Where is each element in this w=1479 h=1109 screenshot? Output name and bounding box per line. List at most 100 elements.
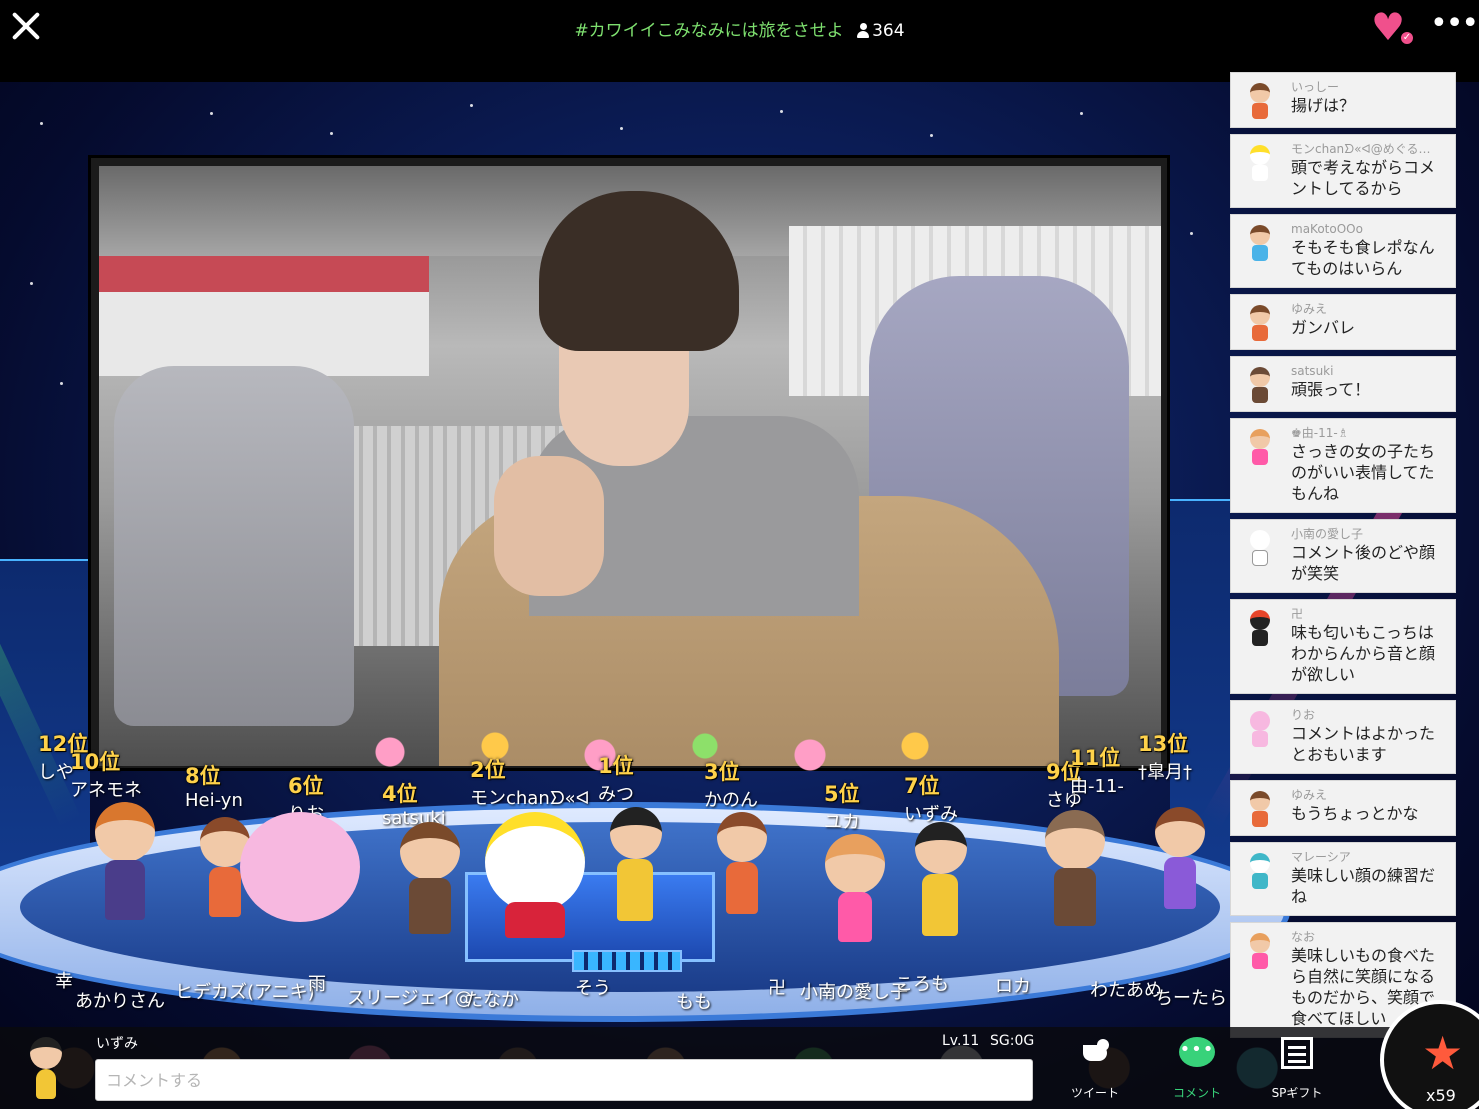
avatar[interactable] <box>395 822 465 942</box>
comment-item[interactable]: satsuki 頑張って！ <box>1230 356 1456 412</box>
my-level: Lv.11 <box>942 1033 980 1049</box>
cat-avatar[interactable] <box>480 812 590 942</box>
viewer-count-value: 364 <box>872 21 905 41</box>
comment-item[interactable]: 小南の愛し子 コメント後のどや顔が笑笑 <box>1230 519 1456 593</box>
comment-text: 頑張って！ <box>1291 380 1371 399</box>
bg-star <box>620 127 623 130</box>
avatar-head <box>95 802 155 862</box>
bg-star <box>60 382 63 385</box>
audience-name: ちーたら <box>1155 988 1227 1009</box>
comment-item[interactable]: ♚由-11-♗ さっきの女の子たちのがいい表情してたもんね <box>1230 418 1456 513</box>
stream-title: #カワイイこみなみには旅をさせよ <box>574 21 844 41</box>
rank-label[interactable]: 5位ユカ <box>824 778 860 834</box>
rank-label[interactable]: 1位みつ <box>598 750 634 806</box>
avatar-head <box>240 812 360 922</box>
comment-avatar <box>1241 610 1279 648</box>
rank-label[interactable]: 3位 かのん <box>704 756 758 812</box>
avatar[interactable] <box>1150 807 1210 927</box>
more-options-icon[interactable]: ••• <box>1430 9 1479 39</box>
rank-position: 3位 <box>704 760 740 784</box>
rank-position: 5位 <box>824 782 860 806</box>
comment-avatar <box>1241 429 1279 467</box>
avatar-body <box>922 874 958 936</box>
comment-list[interactable]: いっしー 揚げは？ モンchanᗤ«ᐊ@めぐる… 頭で考えながらコメントしてるから … <box>1230 72 1456 1042</box>
rank-name: †皐月† <box>1138 762 1192 783</box>
avatar-head <box>1155 807 1205 857</box>
tweet-button[interactable]: ツイート <box>1055 1037 1135 1103</box>
avatar[interactable] <box>712 812 772 932</box>
comment-text: 頭で考えながらコメントしてるから <box>1291 158 1436 198</box>
audience-name: たなか <box>465 990 519 1011</box>
avatar-body <box>1054 868 1096 926</box>
avatar-head <box>717 812 767 862</box>
video-person-hand <box>494 456 604 596</box>
avatar[interactable] <box>90 802 160 932</box>
comment-text: もうちょっとかな <box>1291 804 1419 823</box>
video-window <box>99 256 429 376</box>
bg-star <box>30 282 33 285</box>
video-frame <box>88 155 1170 771</box>
rank-label[interactable]: 2位 モンchanᗤ«ᐊ <box>470 754 590 810</box>
comment-text: コメントはよかったとおもいます <box>1291 724 1436 764</box>
favorite-heart-icon[interactable]: ♥ ✓ <box>1371 6 1415 48</box>
comment-input[interactable] <box>95 1059 1033 1101</box>
avatar-body <box>726 862 758 914</box>
rank-label[interactable]: 11位 由-11- <box>1070 742 1124 798</box>
avatar-head <box>825 834 885 894</box>
live-stream-screen: #カワイイこみなみには旅をさせよ 364 ♥ ✓ ••• 12位 しや 10位 … <box>0 0 1479 1109</box>
avatar[interactable] <box>1040 810 1110 940</box>
rank-position: 4位 <box>382 782 418 806</box>
comment-user: なお <box>1291 930 1316 944</box>
avatar-body <box>838 892 872 942</box>
comment-item[interactable]: ゆみえ もうちょっとかな <box>1230 780 1456 836</box>
rank-label[interactable]: 7位 いずみ <box>904 770 958 826</box>
avatar-head <box>610 807 662 859</box>
rank-name: ユカ <box>824 812 860 833</box>
comment-item[interactable]: りお コメントはよかったとおもいます <box>1230 700 1456 774</box>
comment-avatar <box>1241 711 1279 749</box>
avatar[interactable] <box>910 822 970 952</box>
comment-item[interactable]: 卍味も匂いもこっちはわからんから音と顔が欲しい <box>1230 599 1456 694</box>
rank-name: みつ <box>598 784 634 805</box>
sp-gift-button[interactable]: SPギフト <box>1257 1037 1337 1103</box>
top-bar: #カワイイこみなみには旅をさせよ 364 ♥ ✓ ••• <box>0 0 1479 82</box>
bg-star <box>330 132 333 135</box>
comment-item[interactable]: いっしー 揚げは？ <box>1230 72 1456 128</box>
rank-label[interactable]: 8位 Hei-yn <box>185 760 243 811</box>
avatar-body <box>1164 857 1196 909</box>
avatar-body <box>409 878 451 934</box>
sp-gift-label: SPギフト <box>1271 1086 1323 1100</box>
audience-name: わたあめ <box>1090 980 1162 1001</box>
comment-user: maKotoOOo <box>1291 222 1363 236</box>
star-icon: ★ <box>1422 1026 1464 1080</box>
comment-bubble-icon: ••• <box>1179 1037 1215 1067</box>
avatar[interactable] <box>820 834 890 954</box>
video-stream[interactable] <box>99 166 1161 766</box>
my-user-name: いずみ <box>96 1036 138 1052</box>
comment-item[interactable]: ゆみえ ガンバレ <box>1230 294 1456 350</box>
comment-label: コメント <box>1172 1086 1221 1100</box>
comment-item[interactable]: マレーシア 美味しい顔の練習だね <box>1230 842 1456 916</box>
bg-star <box>470 104 473 107</box>
rank-position: 11位 <box>1070 746 1121 770</box>
comment-item[interactable]: モンchanᗤ«ᐊ@めぐる… 頭で考えながらコメントしてるから <box>1230 134 1456 208</box>
comment-avatar <box>1241 791 1279 829</box>
pig-avatar[interactable] <box>240 812 360 922</box>
comment-user: モンchanᗤ«ᐊ@めぐる… <box>1291 142 1431 156</box>
avatar[interactable] <box>605 807 665 937</box>
comment-avatar <box>1241 933 1279 971</box>
rank-position: 1位 <box>598 754 634 778</box>
comment-text: 味も匂いもこっちはわからんから音と顔が欲しい <box>1291 623 1436 684</box>
bg-star <box>40 122 43 125</box>
rank-label[interactable]: 10位 アネモネ <box>70 746 142 802</box>
avatar-head <box>1045 810 1105 870</box>
comment-button[interactable]: ••• コメント <box>1157 1037 1237 1103</box>
comment-text: そもそも食レポなんてものはいらん <box>1291 238 1435 278</box>
audience-name: 雨 <box>308 974 326 995</box>
my-avatar[interactable] <box>22 1033 70 1101</box>
rank-position: 13位 <box>1138 732 1189 756</box>
rank-label[interactable]: 13位 †皐月† <box>1138 728 1192 784</box>
bottom-bar: いずみ Lv.11 SG:0G ツイート ••• コメント SPギフト <box>0 1027 1479 1109</box>
twitter-icon <box>1079 1039 1111 1065</box>
comment-item[interactable]: maKotoOOo そもそも食レポなんてものはいらん <box>1230 214 1456 288</box>
